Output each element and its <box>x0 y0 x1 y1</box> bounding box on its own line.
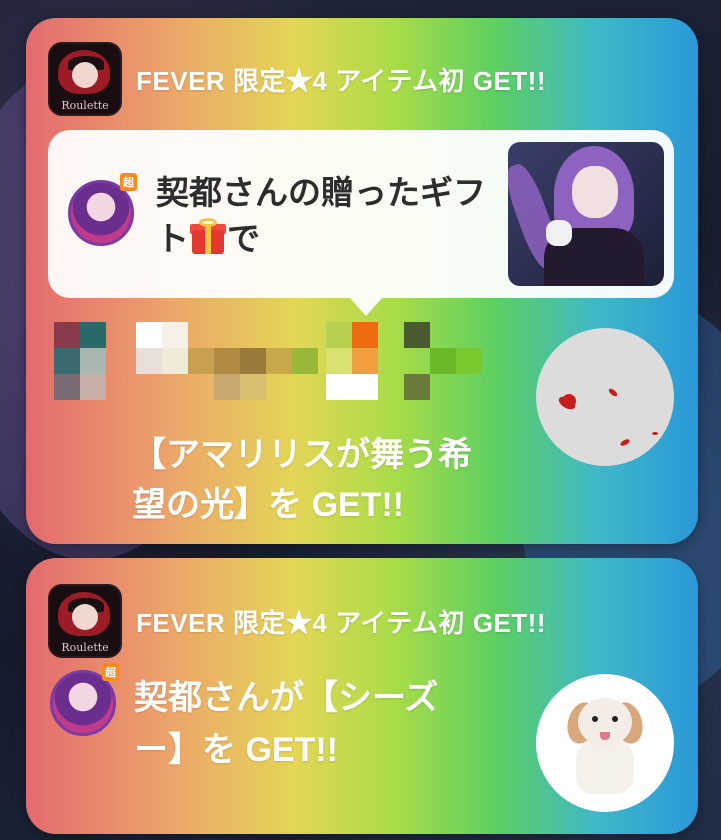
shih-tzu-item-icon <box>536 674 674 812</box>
app-icon-label: Roulette <box>61 99 109 112</box>
notification-card-item[interactable]: Roulette FEVER 限定★4 アイテム初 GET!! 超 契都さんが【… <box>26 558 698 834</box>
app-icon: Roulette <box>48 42 122 116</box>
gift-message-line2-pre: ト <box>156 220 189 257</box>
item-get-message: 契都さんが【シーズー】を GET!! <box>134 679 439 769</box>
gift-message-bubble: 超 契都さんの贈ったギフ ト で <box>48 130 674 316</box>
app-icon: Roulette <box>48 584 122 658</box>
notification-header: Roulette FEVER 限定★4 アイテム初 GET!! <box>48 42 546 116</box>
sender-avatar: 超 <box>68 173 137 246</box>
character-thumbnail <box>508 142 664 286</box>
avatar-badge: 超 <box>102 663 119 681</box>
notification-card-gift[interactable]: Roulette FEVER 限定★4 アイテム初 GET!! 超 契都さんの贈… <box>26 18 698 544</box>
notification-title: FEVER 限定★4 アイテム初 GET!! <box>136 65 546 96</box>
avatar-badge: 超 <box>120 173 137 191</box>
gift-message-line1: 契都さんの贈ったギフ <box>156 174 486 211</box>
notification-header: Roulette FEVER 限定★4 アイテム初 GET!! <box>48 584 546 658</box>
amaryllis-item-icon <box>536 328 674 466</box>
gift-message-line2-post: で <box>227 220 260 257</box>
notification-title: FEVER 限定★4 アイテム初 GET!! <box>136 607 546 638</box>
item-get-message: 【アマリリスが舞う希望の光】を GET!! <box>132 436 472 524</box>
app-icon-label: Roulette <box>61 641 109 654</box>
sender-avatar: 超 <box>50 663 119 736</box>
gift-box-icon <box>189 218 227 256</box>
gift-message: 契都さんの贈ったギフ ト で <box>156 170 506 262</box>
